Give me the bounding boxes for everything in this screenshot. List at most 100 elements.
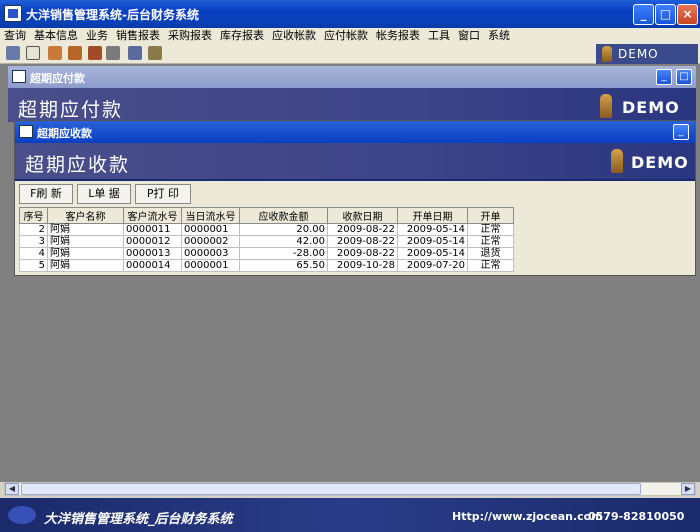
toolbar (0, 44, 700, 64)
menu-business[interactable]: 业务 (82, 28, 112, 44)
menu-purchase-report[interactable]: 采购报表 (164, 28, 216, 44)
payables-window-title: 超期应付款 (30, 72, 85, 85)
col-daily-serial[interactable]: 当日流水号 (181, 207, 240, 224)
voucher-button[interactable]: L单 据 (77, 184, 131, 204)
payables-window-titlebar[interactable]: 超期应付款 _ □ (8, 66, 696, 88)
receivables-heading: 超期应收款 (25, 154, 131, 176)
cell-receive-date: 2009-10-28 (327, 259, 398, 272)
status-phone: 0579-82810050 (588, 510, 685, 523)
printer-icon[interactable] (6, 46, 20, 60)
payables-overdue-window[interactable]: 超期应付款 _ □ 超期应付款 DEMO (8, 66, 696, 122)
cell-customer-serial: 0000013 (123, 247, 182, 260)
scroll-right-icon[interactable]: ▶ (681, 483, 695, 495)
cell-customer: 阿娟 (47, 235, 124, 248)
demo-figure-icon (600, 94, 612, 118)
table-row[interactable]: 5 阿娟 0000014 0000001 65.50 2009-10-28 20… (19, 259, 514, 272)
cell-status: 退货 (467, 247, 514, 260)
cell-daily-serial: 0000001 (181, 259, 240, 272)
refresh-button[interactable]: F刷 新 (19, 184, 73, 204)
table-row[interactable]: 4 阿娟 0000013 0000003 -28.00 2009-08-22 2… (19, 247, 514, 260)
menu-sales-report[interactable]: 销售报表 (112, 28, 164, 44)
col-seq[interactable]: 序号 (19, 207, 48, 224)
table-header-row: 序号 客户名称 客户流水号 当日流水号 应收款金额 收款日期 开单日期 开单 (19, 207, 514, 224)
minimize-button[interactable]: _ (633, 4, 654, 25)
status-bar: 大洋销售管理系统_后台财务系统 Http://www.zjocean.com 0… (0, 498, 700, 532)
col-order-status[interactable]: 开单 (467, 207, 514, 224)
cell-receive-date: 2009-08-22 (327, 223, 398, 236)
menu-query[interactable]: 查询 (0, 28, 30, 44)
document-icon[interactable] (26, 46, 40, 60)
menu-account-report[interactable]: 帐务报表 (372, 28, 424, 44)
receivables-banner: 超期应收款 DEMO (15, 143, 695, 179)
cell-status: 正常 (467, 259, 514, 272)
receivables-demo-label: DEMO (631, 153, 689, 172)
cell-seq: 5 (19, 259, 48, 272)
receivables-overdue-window[interactable]: 超期应收款 _ 超期应收款 DEMO F刷 新 L单 据 P打 印 序号 客户名… (14, 120, 696, 276)
col-order-date[interactable]: 开单日期 (397, 207, 468, 224)
key-icon[interactable] (148, 46, 162, 60)
payables-minimize-button[interactable]: _ (656, 69, 672, 85)
menu-tools[interactable]: 工具 (424, 28, 454, 44)
cell-customer: 阿娟 (47, 247, 124, 260)
settings-icon[interactable] (128, 46, 142, 60)
people-icon[interactable] (68, 46, 82, 60)
payables-heading: 超期应付款 (18, 99, 124, 121)
receivables-table[interactable]: 序号 客户名称 客户流水号 当日流水号 应收款金额 收款日期 开单日期 开单 2… (19, 207, 514, 272)
print-button[interactable]: P打 印 (135, 184, 191, 204)
cell-amount: 20.00 (239, 223, 328, 236)
cell-order-date: 2009-05-14 (397, 247, 468, 260)
demo-figure-icon (602, 46, 612, 62)
table-row[interactable]: 3 阿娟 0000012 0000002 42.00 2009-08-22 20… (19, 235, 514, 248)
cell-receive-date: 2009-08-22 (327, 247, 398, 260)
horizontal-scrollbar[interactable]: ◀ ▶ (4, 482, 696, 496)
cell-daily-serial: 0000001 (181, 223, 240, 236)
cell-seq: 2 (19, 223, 48, 236)
payables-demo-label: DEMO (622, 98, 680, 117)
cell-customer-serial: 0000011 (123, 223, 182, 236)
maximize-button[interactable]: □ (655, 4, 676, 25)
col-receive-date[interactable]: 收款日期 (327, 207, 398, 224)
receivables-window-title: 超期应收款 (37, 127, 92, 140)
cell-order-date: 2009-07-20 (397, 259, 468, 272)
app-icon (4, 5, 22, 22)
title-bar: 大洋销售管理系统-后台财务系统 _ □ × (0, 0, 700, 28)
user-icon[interactable] (48, 46, 62, 60)
menu-system[interactable]: 系统 (484, 28, 514, 44)
menu-basic-info[interactable]: 基本信息 (30, 28, 82, 44)
cell-status: 正常 (467, 223, 514, 236)
cell-seq: 4 (19, 247, 48, 260)
button-row: F刷 新 L单 据 P打 印 (15, 179, 695, 205)
scroll-left-icon[interactable]: ◀ (5, 483, 19, 495)
cell-daily-serial: 0000003 (181, 247, 240, 260)
receivables-window-titlebar[interactable]: 超期应收款 _ (15, 121, 695, 143)
cell-daily-serial: 0000002 (181, 235, 240, 248)
cell-seq: 3 (19, 235, 48, 248)
cell-customer: 阿娟 (47, 223, 124, 236)
menu-receivables[interactable]: 应收帐款 (268, 28, 320, 44)
phone-icon[interactable] (106, 46, 120, 60)
scroll-thumb[interactable] (21, 483, 641, 495)
table-row[interactable]: 2 阿娟 0000011 0000001 20.00 2009-08-22 20… (19, 223, 514, 236)
company-logo-icon (8, 506, 36, 524)
demo-badge: DEMO (596, 44, 698, 64)
cell-status: 正常 (467, 235, 514, 248)
receivables-minimize-button[interactable]: _ (673, 124, 689, 140)
demo-figure-icon (611, 149, 623, 173)
close-button[interactable]: × (677, 4, 698, 25)
cell-receive-date: 2009-08-22 (327, 235, 398, 248)
status-app-name: 大洋销售管理系统_后台财务系统 (44, 512, 233, 527)
col-amount[interactable]: 应收款金额 (239, 207, 328, 224)
cell-order-date: 2009-05-14 (397, 223, 468, 236)
cell-order-date: 2009-05-14 (397, 235, 468, 248)
window-icon (19, 125, 33, 138)
menu-stock-report[interactable]: 库存报表 (216, 28, 268, 44)
window-title: 大洋销售管理系统-后台财务系统 (26, 8, 199, 22)
cell-amount: 65.50 (239, 259, 328, 272)
col-customer[interactable]: 客户名称 (47, 207, 124, 224)
users-icon[interactable] (88, 46, 102, 60)
menu-bar: 查询 基本信息 业务 销售报表 采购报表 库存报表 应收帐款 应付帐款 帐务报表 工具 窗口 系统 (0, 28, 700, 44)
menu-payables[interactable]: 应付帐款 (320, 28, 372, 44)
menu-window[interactable]: 窗口 (454, 28, 484, 44)
payables-maximize-button[interactable]: □ (676, 69, 692, 85)
col-customer-serial[interactable]: 客户流水号 (123, 207, 182, 224)
